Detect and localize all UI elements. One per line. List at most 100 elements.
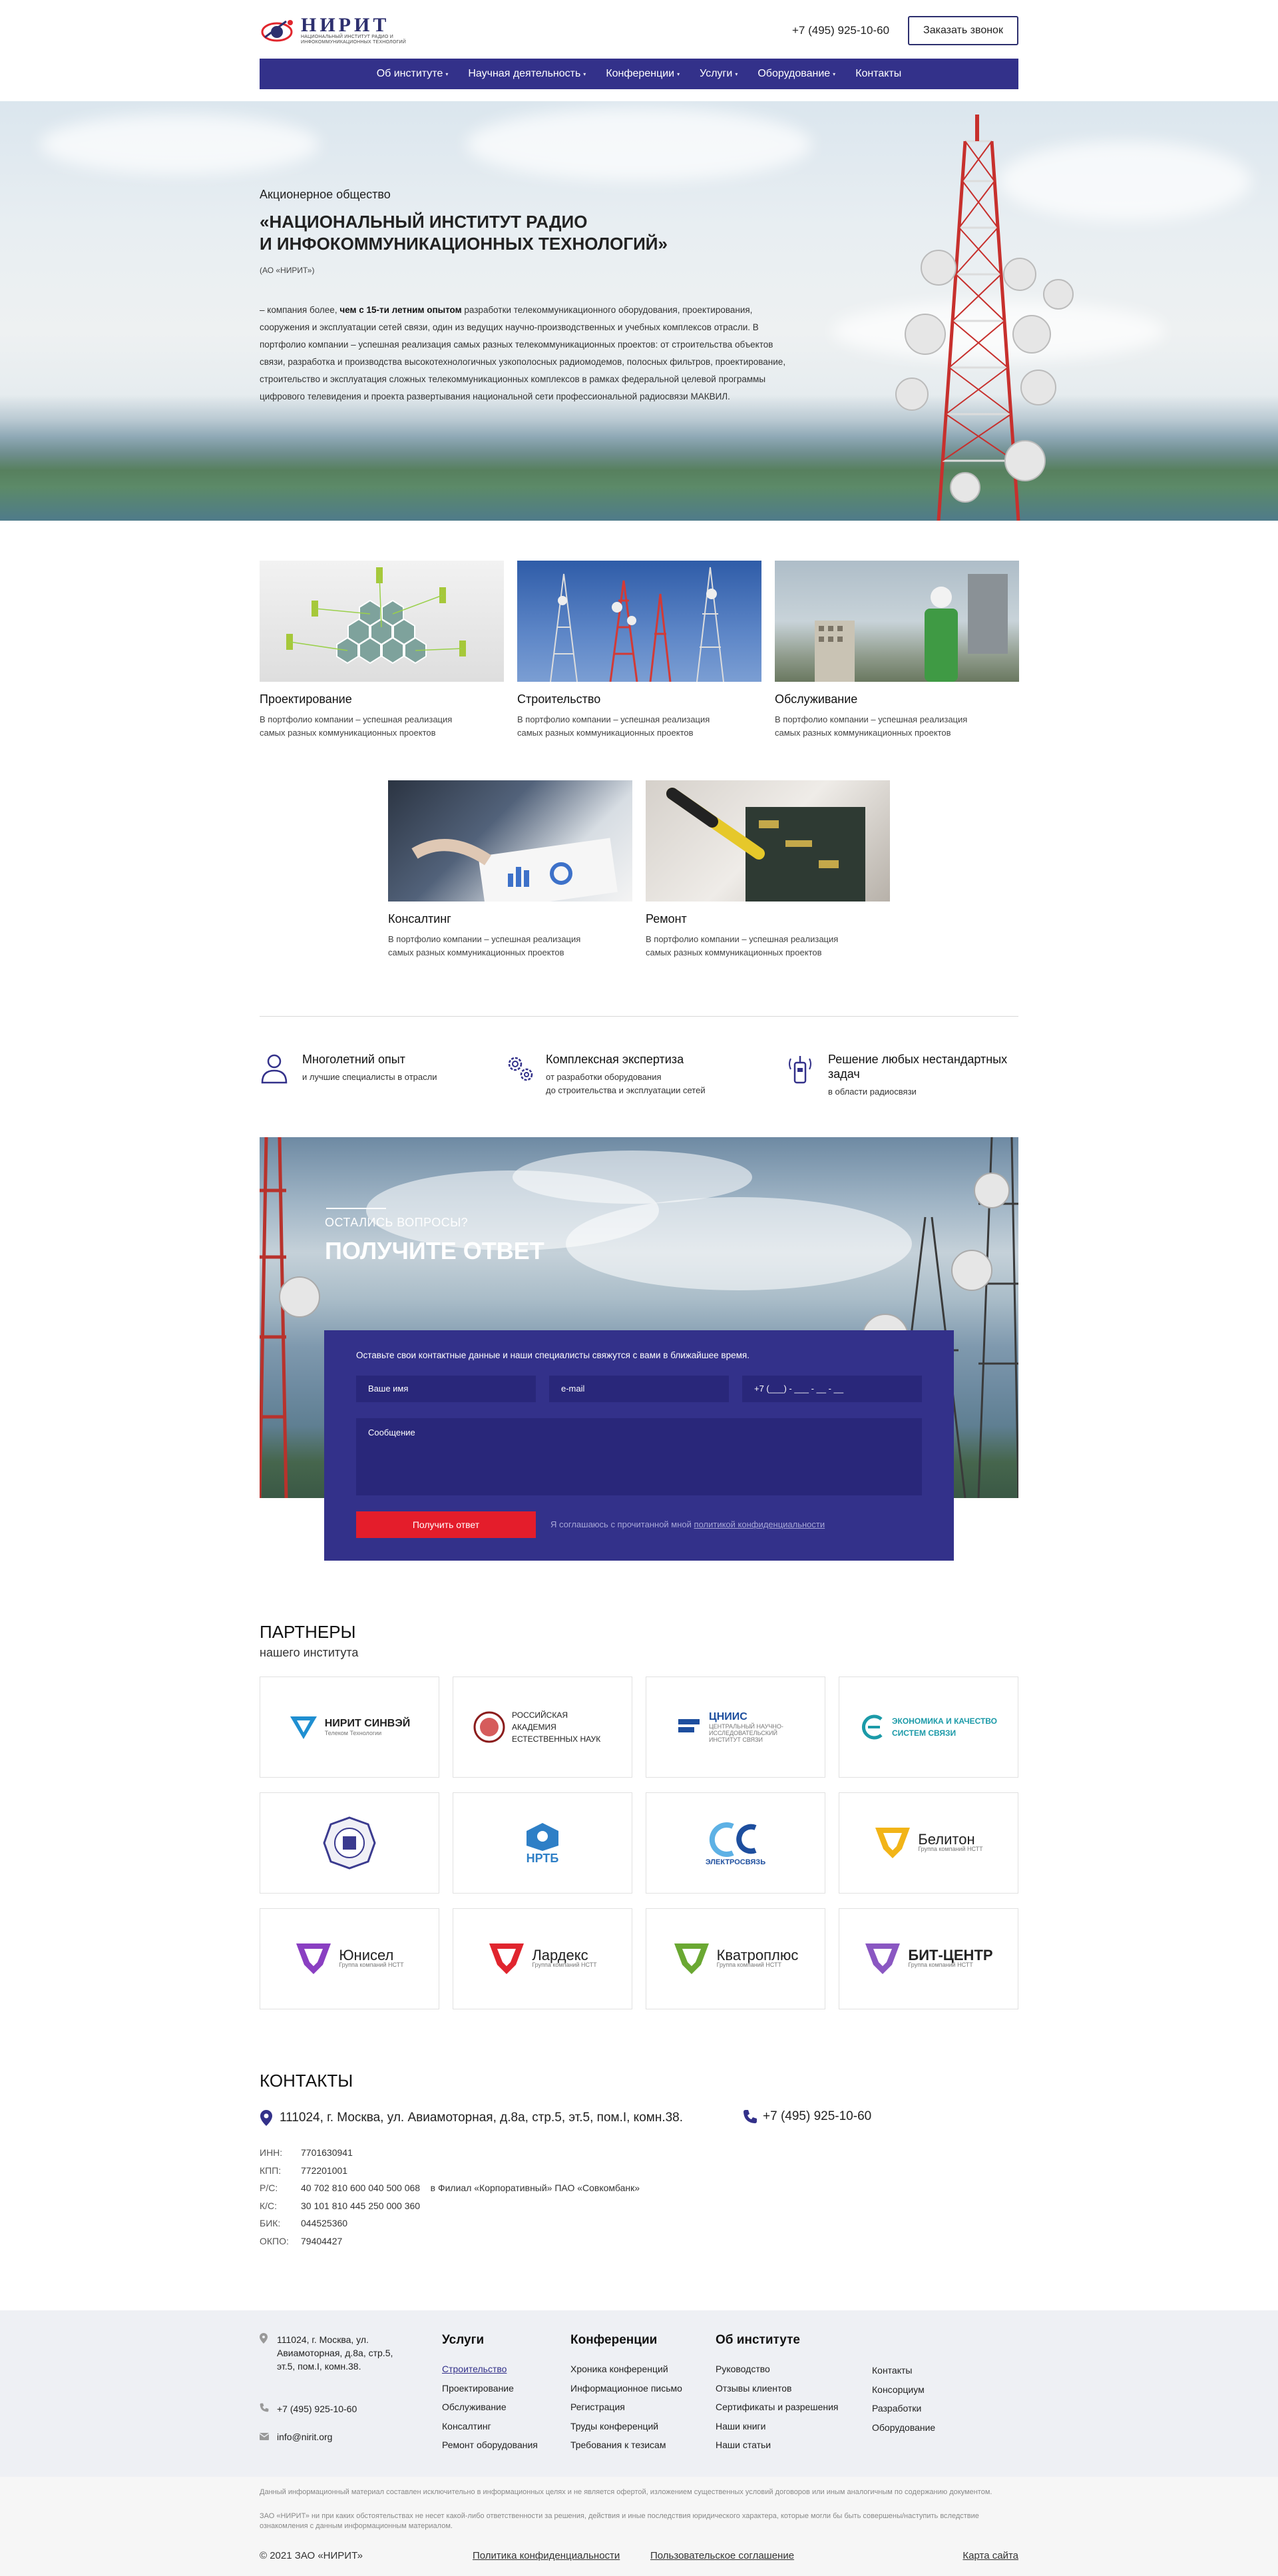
partner-card[interactable]: ЭЛЕКТРОСВЯЗЬ	[646, 1792, 825, 1894]
feature-title: Решение любых нестандартных задач	[828, 1053, 1008, 1081]
partner-card[interactable]: НИРИТ СИНВЭЙ Телеком Технологии	[260, 1676, 439, 1778]
requisite-row: Р/С: 40 702 810 600 040 500 068 в Филиал …	[260, 2179, 640, 2197]
contacts-phone[interactable]: +7 (495) 925-10-60	[743, 2109, 871, 2124]
name-field[interactable]	[356, 1376, 536, 1402]
sitemap-link[interactable]: Карта сайта	[962, 2550, 1018, 2561]
agreement-link[interactable]: Пользовательское соглашение	[650, 2550, 794, 2561]
partner-card[interactable]	[260, 1792, 439, 1894]
map-pin-icon	[260, 2110, 272, 2126]
callback-button[interactable]: Заказать звонок	[908, 16, 1018, 45]
partner-card[interactable]: РОССИЙСКАЯ АКАДЕМИЯ ЕСТЕСТВЕННЫХ НАУК	[453, 1676, 632, 1778]
footer-col-title: Услуги	[442, 2333, 485, 2347]
footer-phone[interactable]: +7 (495) 925-10-60	[260, 2402, 419, 2416]
footer-link[interactable]: Наши книги	[716, 2417, 839, 2436]
requisite-value: 79404427	[301, 2235, 343, 2246]
service-card[interactable]: Строительство В портфолио компании – усп…	[517, 561, 761, 740]
question-title: ПОЛУЧИТЕ ОТВЕТ	[325, 1237, 544, 1264]
partner-card[interactable]: ЭКОНОМИКА И КАЧЕСТВО СИСТЕМ СВЯЗИ	[839, 1676, 1018, 1778]
partner-card[interactable]: ЦНИИС ЦЕНТРАЛЬНЫЙ НАУЧНО-ИССЛЕДОВАТЕЛЬСКИ…	[646, 1676, 825, 1778]
service-card[interactable]: Ремонт В портфолио компании – успешная р…	[646, 780, 890, 959]
nav-label: Контакты	[855, 68, 902, 79]
footer-link[interactable]: Проектирование	[442, 2379, 538, 2398]
logo[interactable]: НИРИТ НАЦИОНАЛЬНЫЙ ИНСТИТУТ РАДИО И ИНФО…	[260, 15, 441, 47]
phone-icon	[744, 2110, 757, 2123]
partner-name: РОССИЙСКАЯ АКАДЕМИЯ ЕСТЕСТВЕННЫХ НАУК	[512, 1710, 601, 1744]
message-field[interactable]	[356, 1418, 922, 1495]
footer-link[interactable]: Ремонт оборудования	[442, 2436, 538, 2455]
hero-abbr: (АО «НИРИТ»)	[260, 266, 315, 275]
service-title: Строительство	[517, 692, 601, 706]
footer-link[interactable]: Руководство	[716, 2360, 839, 2379]
main-nav: Об институте ▾ Научная деятельность ▾ Конф…	[260, 59, 1018, 89]
service-title: Ремонт	[646, 912, 687, 925]
nav-item-contacts[interactable]: Контакты	[855, 68, 901, 80]
privacy-link[interactable]: Политика конфиденциальности	[473, 2550, 620, 2561]
partner-logo-icon	[527, 1823, 558, 1851]
partners-subtitle: нашего института	[260, 1646, 359, 1659]
partner-card[interactable]: Юнисел Группа компаний НСТТ	[260, 1908, 439, 2009]
footer-link[interactable]: Информационное письмо	[570, 2379, 682, 2398]
person-icon	[260, 1052, 289, 1085]
chevron-down-icon: ▾	[583, 71, 586, 77]
nav-item-conferences[interactable]: Конференции ▾	[606, 68, 680, 80]
footer-link[interactable]: Контакты	[872, 2361, 935, 2380]
nav-item-about[interactable]: Об институте ▾	[377, 68, 449, 80]
nav-item-equipment[interactable]: Оборудование ▾	[757, 68, 835, 80]
footer-link[interactable]: Труды конференций	[570, 2417, 682, 2436]
service-card[interactable]: Консалтинг В портфолио компании – успешн…	[388, 780, 632, 959]
partner-card[interactable]: Белитон Группа компаний НСТТ	[839, 1792, 1018, 1894]
partner-card[interactable]: Лардекс Группа компаний НСТТ	[453, 1908, 632, 2009]
chevron-down-icon: ▾	[735, 71, 738, 77]
contact-form: Оставьте свои контактные данные и наши с…	[324, 1330, 954, 1561]
partner-logo-icon	[296, 1943, 331, 1974]
service-text: В портфолио компании – успешная реализац…	[260, 714, 453, 738]
footer-link[interactable]: Строительство	[442, 2360, 538, 2379]
requisite-row: ОКПО: 79404427	[260, 2232, 640, 2250]
phone-field[interactable]	[742, 1376, 922, 1402]
nav-item-science[interactable]: Научная деятельность ▾	[468, 68, 586, 80]
partner-logo-icon	[489, 1943, 525, 1974]
partner-card[interactable]: БИТ-ЦЕНТР Группа компаний НСТТ	[839, 1908, 1018, 2009]
privacy-policy-link[interactable]: политикой конфиденциальности	[694, 1519, 825, 1529]
partner-card[interactable]: Кватроплюс Группа компаний НСТТ	[646, 1908, 825, 2009]
footer-col-title: Об институте	[716, 2333, 800, 2347]
footer-address-text: 111024, г. Москва, ул. Авиамоторная, д.8…	[277, 2334, 393, 2372]
footer-link[interactable]: Сертификаты и разрешения	[716, 2398, 839, 2417]
service-card[interactable]: Проектирование В портфолио компании – ус…	[260, 561, 504, 740]
requisite-row: КПП: 772201001	[260, 2162, 640, 2180]
nav-item-services[interactable]: Услуги ▾	[700, 68, 738, 80]
question-kicker: ОСТАЛИСЬ ВОПРОСЫ?	[325, 1216, 469, 1229]
hero-desc-part: – компания более,	[260, 305, 340, 315]
partner-logo-icon	[709, 1822, 757, 1857]
partner-card[interactable]: НРТБ	[453, 1792, 632, 1894]
mail-icon	[259, 2430, 270, 2444]
requisite-value: 772201001	[301, 2165, 348, 2176]
footer-link[interactable]: Разработки	[872, 2399, 935, 2418]
requisite-key: ОКПО:	[260, 2235, 289, 2246]
email-field[interactable]	[549, 1376, 729, 1402]
footer-link[interactable]: Консалтинг	[442, 2417, 538, 2436]
logo-title: НИРИТ	[301, 14, 390, 36]
footer-link[interactable]: Регистрация	[570, 2398, 682, 2417]
footer-link[interactable]: Консорциум	[872, 2380, 935, 2400]
logo-subtitle: НАЦИОНАЛЬНЫЙ ИНСТИТУТ РАДИО И ИНФОКОММУН…	[301, 35, 406, 45]
feature-text: в области радиосвязи	[828, 1087, 917, 1097]
footer-link[interactable]: Требования к тезисам	[570, 2436, 682, 2455]
partner-name: ЭЛЕКТРОСВЯЗЬ	[705, 1858, 766, 1866]
site-header: НИРИТ НАЦИОНАЛЬНЫЙ ИНСТИТУТ РАДИО И ИНФО…	[260, 0, 1018, 89]
footer-col-extra: Контакты Консорциум Разработки Оборудова…	[872, 2361, 935, 2437]
service-text: В портфолио компании – успешная реализац…	[646, 934, 839, 957]
footer-link[interactable]: Хроника конференций	[570, 2360, 682, 2379]
footer-email[interactable]: info@nirit.org	[259, 2430, 419, 2444]
footer-link[interactable]: Отзывы клиентов	[716, 2379, 839, 2398]
footer-link[interactable]: Оборудование	[872, 2418, 935, 2438]
feature-item: Решение любых нестандартных задач в обла…	[785, 1052, 1018, 1099]
logo-icon	[260, 17, 298, 44]
submit-button[interactable]: Получить ответ	[356, 1511, 536, 1538]
footer-link[interactable]: Обслуживание	[442, 2398, 538, 2417]
footer-address: 111024, г. Москва, ул. Авиамоторная, д.8…	[260, 2333, 419, 2373]
header-phone[interactable]: +7 (495) 925-10-60	[792, 24, 889, 37]
requisite-row: ИНН: 7701630941	[260, 2144, 640, 2162]
service-card[interactable]: Обслуживание В портфолио компании – успе…	[775, 561, 1019, 740]
footer-link[interactable]: Наши статьи	[716, 2436, 839, 2455]
